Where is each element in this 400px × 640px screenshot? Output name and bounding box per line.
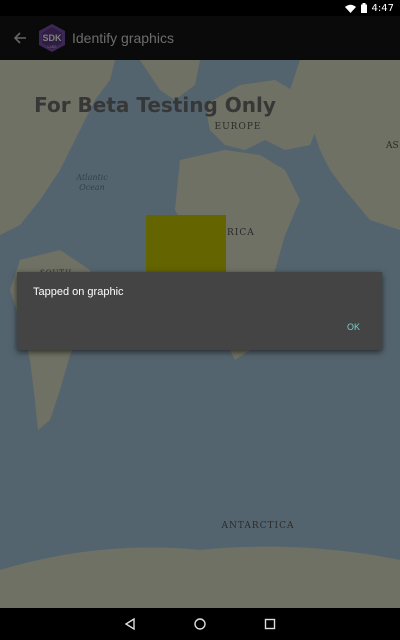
dialog-message: Tapped on graphic: [33, 286, 124, 298]
ok-button[interactable]: OK: [347, 322, 360, 332]
back-triangle-icon[interactable]: [121, 615, 139, 633]
home-circle-icon[interactable]: [191, 615, 209, 633]
battery-icon: [360, 3, 367, 13]
wifi-icon: [344, 4, 356, 13]
recents-square-icon[interactable]: [261, 615, 279, 633]
status-bar: 4:47: [0, 0, 400, 16]
status-time: 4:47: [371, 2, 394, 14]
alert-dialog: Tapped on graphic OK: [17, 272, 382, 350]
navigation-bar: [0, 608, 400, 640]
